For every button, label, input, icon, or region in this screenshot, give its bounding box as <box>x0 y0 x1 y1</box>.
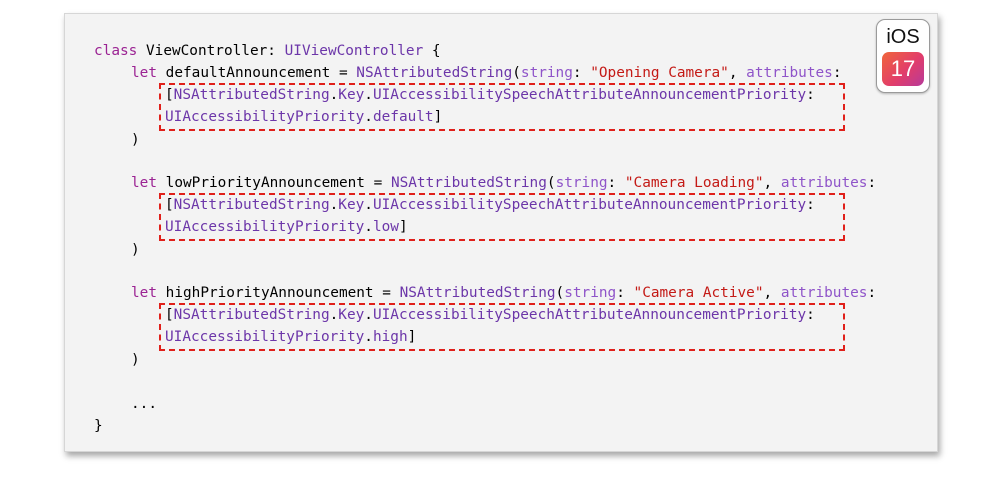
attributes-arg-label: attributes <box>746 65 833 81</box>
attributes-arg-label: attributes <box>780 175 868 191</box>
variable-name: highPriorityAnnouncement = <box>157 285 400 301</box>
badge-version-label: 17 <box>882 52 924 86</box>
string-literal: "Camera Active" <box>633 285 764 301</box>
string-literal: "Opening Camera" <box>590 65 729 81</box>
attributes-colon: : <box>867 175 877 191</box>
comma: , <box>728 65 747 81</box>
initializer-type: NSAttributedString <box>399 285 556 301</box>
highlight-box-default <box>159 83 845 131</box>
high-priority-announcement-line: let highPriorityAnnouncement = NSAttribu… <box>131 282 876 304</box>
string-arg-label: string <box>520 65 573 81</box>
class-declaration-line: class ViewController: UIViewController { <box>94 40 441 62</box>
arg-separator: : <box>572 65 591 81</box>
close-brace: } <box>94 418 103 434</box>
close-paren: ) <box>131 132 140 148</box>
variable-name: defaultAnnouncement = <box>157 65 357 81</box>
attributes-arg-label: attributes <box>780 285 868 301</box>
close-paren: ) <box>131 242 140 258</box>
class-keyword: class <box>94 43 138 59</box>
attributes-colon: : <box>867 285 877 301</box>
close-paren-line: ) <box>131 239 140 261</box>
close-paren-line: ) <box>131 349 140 371</box>
ellipsis-line: ... <box>131 393 157 415</box>
comma: , <box>763 175 781 191</box>
code-block: class ViewController: UIViewController {… <box>65 14 937 451</box>
open-paren: ( <box>512 65 521 81</box>
ios-17-badge: iOS 17 <box>876 19 930 93</box>
string-arg-label: string <box>555 175 608 191</box>
close-paren: ) <box>131 352 140 368</box>
open-brace: { <box>423 43 441 59</box>
arg-separator: : <box>616 285 634 301</box>
let-keyword: let <box>131 65 157 81</box>
initializer-type: NSAttributedString <box>390 175 547 191</box>
open-paren: ( <box>546 175 556 191</box>
string-literal: "Camera Loading" <box>624 175 764 191</box>
string-arg-label: string <box>564 285 617 301</box>
ellipsis: ... <box>131 396 157 412</box>
arg-separator: : <box>607 175 625 191</box>
superclass-name: UIViewController <box>284 43 424 59</box>
highlight-box-low <box>159 193 845 241</box>
comma: , <box>763 285 781 301</box>
attributes-colon: : <box>832 65 842 81</box>
code-snippet-panel: class ViewController: UIViewController {… <box>64 13 938 452</box>
highlight-box-high <box>159 303 845 351</box>
initializer-type: NSAttributedString <box>356 65 513 81</box>
close-paren-line: ) <box>131 129 140 151</box>
class-close-line: } <box>94 415 103 437</box>
open-paren: ( <box>555 285 565 301</box>
let-keyword: let <box>131 285 157 301</box>
low-priority-announcement-line: let lowPriorityAnnouncement = NSAttribut… <box>131 172 876 194</box>
default-announcement-line: let defaultAnnouncement = NSAttributedSt… <box>131 62 841 84</box>
let-keyword: let <box>131 175 157 191</box>
variable-name: lowPriorityAnnouncement = <box>157 175 391 191</box>
badge-os-label: iOS <box>886 26 920 48</box>
class-name: ViewController: <box>137 43 285 59</box>
